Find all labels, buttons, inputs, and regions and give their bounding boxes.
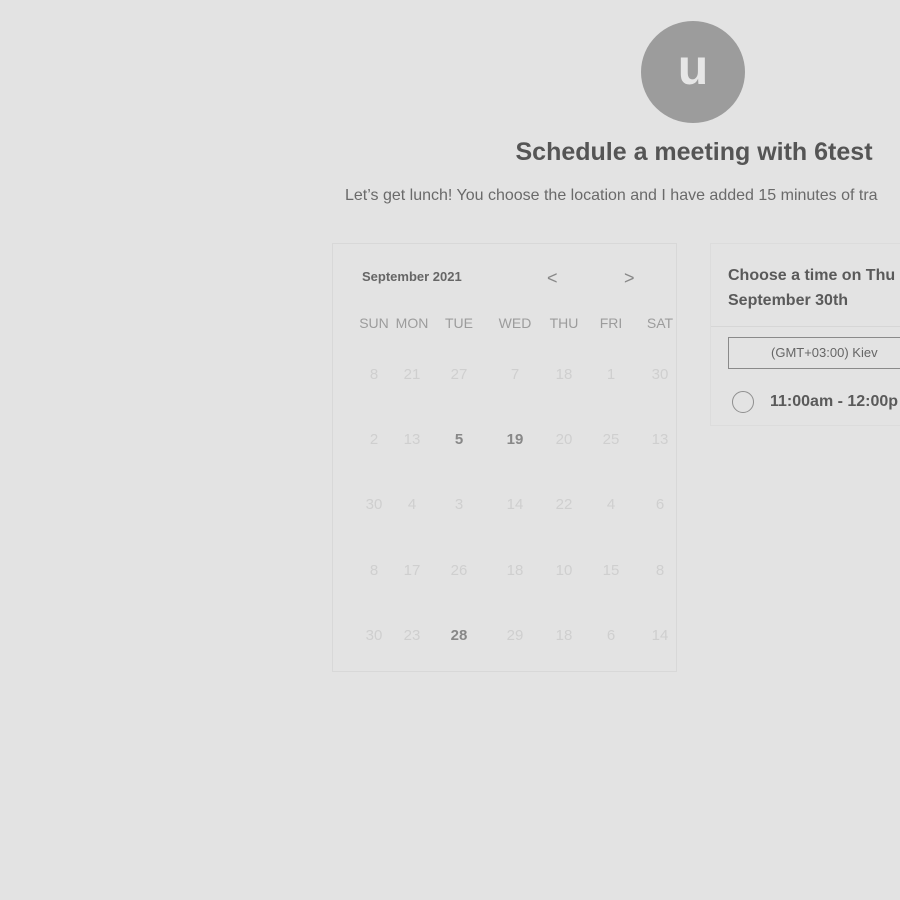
calendar-day: 4 [407,496,417,513]
time-slot-option[interactable]: 11:00am - 12:00p [732,389,898,415]
calendar-day: 13 [403,431,421,448]
calendar-day: 18 [555,366,573,383]
chevron-left-icon[interactable]: < [547,268,558,289]
weekday-label: TUE [445,315,473,331]
avatar-initial: u [677,39,709,95]
calendar-day: 30 [365,627,383,644]
calendar-day: 23 [403,627,421,644]
meeting-description: Let’s get lunch! You choose the location… [345,187,878,204]
time-slot-radio[interactable] [732,391,754,413]
calendar-day: 25 [602,431,620,448]
time-slot-header: Choose a time on Thu September 30th [711,244,900,327]
calendar-day: 14 [506,496,524,513]
calendar-day-available[interactable]: 28 [439,627,479,647]
calendar-day: 18 [506,562,524,579]
calendar-day: 6 [606,627,616,644]
weekday-header-row: SUN MON TUE WED THU FRI SAT [333,315,678,335]
calendar-day: 7 [510,366,520,383]
timezone-select[interactable]: (GMT+03:00) Kiev [728,337,900,369]
time-slot-heading-line2: September 30th [728,292,849,309]
calendar-day-available[interactable]: 19 [495,431,535,451]
calendar-day: 29 [506,627,524,644]
weekday-label: FRI [599,315,623,331]
calendar-day: 8 [369,366,379,383]
calendar-day: 2 [369,431,379,448]
time-slot-panel: Choose a time on Thu September 30th (GMT… [710,243,900,426]
calendar-day: 22 [555,496,573,513]
calendar-day: 15 [602,562,620,579]
calendar-day: 3 [454,496,464,513]
weekday-label: WED [498,315,532,331]
calendar-day: 10 [555,562,573,579]
calendar-day: 8 [655,562,665,579]
time-slot-label: 11:00am - 12:00p [770,393,899,410]
calendar-day: 4 [606,496,616,513]
calendar-day: 21 [403,366,421,383]
page-title: Schedule a meeting with 6test [515,138,873,166]
weekday-label: MON [395,315,429,331]
calendar-day: 30 [651,366,669,383]
calendar-day: 26 [450,562,468,579]
time-slot-heading: Choose a time on Thu September 30th [728,263,900,313]
calendar-day: 20 [555,431,573,448]
calendar-day: 13 [651,431,669,448]
calendar-day: 18 [555,627,573,644]
calendar-day: 1 [606,366,616,383]
calendar-day: 6 [655,496,665,513]
calendar-day-available[interactable]: 5 [439,431,479,451]
weekday-label: SAT [646,315,674,331]
calendar-day: 8 [369,562,379,579]
scheduling-page: u Schedule a meeting with 6test Let’s ge… [0,0,900,900]
time-slot-heading-line1: Choose a time on Thu [728,267,896,284]
calendar-day: 17 [403,562,421,579]
date-picker-calendar: September 2021 < > SUN MON TUE WED THU FRI SAT… [332,243,677,672]
calendar-day: 27 [450,366,468,383]
host-avatar: u [641,21,745,123]
calendar-day: 14 [651,627,669,644]
calendar-day: 30 [365,496,383,513]
calendar-month-label: September 2021 [362,269,462,284]
weekday-label: THU [549,315,579,331]
chevron-right-icon[interactable]: > [624,268,635,289]
